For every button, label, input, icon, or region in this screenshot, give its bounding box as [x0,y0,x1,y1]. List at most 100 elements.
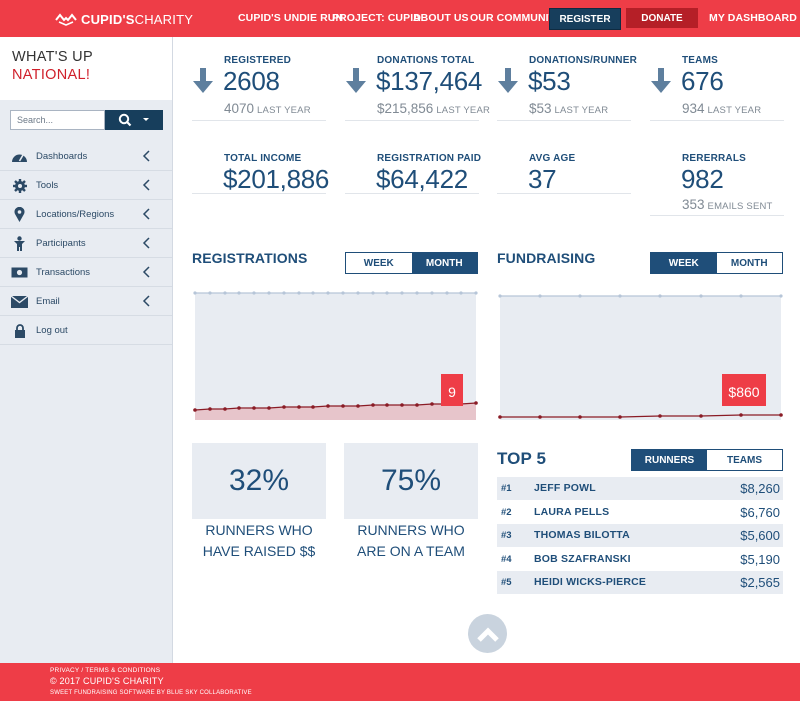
list-item[interactable]: #4 BOB SZAFRANSKI $5,190 [497,548,783,571]
percent-card-team: 75% [344,443,478,519]
list-item[interactable]: #5 HEIDI WICKS-PIERCE $2,565 [497,571,783,594]
list-item[interactable]: #1 JEFF POWL $8,260 [497,477,783,500]
stat-sub-emails-sent: 353 EMAILS SENT [682,197,773,212]
percent-label-team: RUNNERS WHO ARE ON A TEAM [357,522,465,559]
divider [345,193,479,194]
caret-down-icon [143,118,149,121]
stat-value-referrals: 982 [681,164,724,194]
sidebar-item-participants[interactable]: Participants [0,229,172,258]
registrations-chart: 9 [193,291,478,420]
stat-value-registered: 2608 [223,66,280,96]
envelope-icon [11,294,28,309]
divider [650,120,784,121]
fundraising-month-button[interactable]: MONTH [716,253,782,273]
sidebar-item-label: Dashboards [36,151,88,162]
stat-label-registration-paid: REGISTRATION PAID [377,153,482,164]
money-icon [11,265,28,280]
nav-link-project-cupid[interactable]: PROJECT: CUPID [332,12,421,24]
lock-icon [11,323,28,338]
search-icon [118,113,132,127]
fundraising-chart: $860 [498,294,783,420]
welcome-org-name: NATIONAL! [12,67,91,83]
stat-label-referrals: RERERRALS [682,153,747,164]
arrow-down-icon [193,68,213,93]
percent-value: 75% [380,464,442,497]
top5-runners-button[interactable]: RUNNERS [632,450,707,470]
arrow-down-icon [498,68,518,93]
search-button[interactable] [105,110,163,130]
registrations-title: REGISTRATIONS [192,250,308,266]
top5-teams-button[interactable]: TEAMS [707,450,782,470]
footer-credit[interactable]: SWEET FUNDRAISING SOFTWARE BY BLUE SKY C… [50,690,252,696]
sidebar-item-label: Log out [36,325,68,336]
welcome-panel: WHAT'S UP NATIONAL! [0,37,172,100]
stat-value-registration-paid: $64,422 [376,164,468,194]
sidebar-item-email[interactable]: Email [0,287,172,316]
donate-button[interactable]: DONATE [626,8,698,28]
brand-logo[interactable]: CUPID'SCHARITY [55,9,193,29]
welcome-greeting: WHAT'S UP [12,49,93,65]
sidebar-item-transactions[interactable]: Transactions [0,258,172,287]
nav-link-about-us[interactable]: ABOUT US [413,12,469,24]
stat-label-registered: REGISTERED [224,55,292,66]
registrations-month-button[interactable]: MONTH [411,253,477,273]
divider [192,120,326,121]
sidebar-item-tools[interactable]: Tools [0,171,172,200]
divider [497,193,631,194]
chevron-left-icon [142,150,150,162]
arrow-down-icon [346,68,366,93]
sidebar-item-label: Participants [36,238,86,249]
footer: PRIVACY / TERMS & CONDITIONS © 2017 CUPI… [0,663,800,701]
sidebar-item-label: Locations/Regions [36,209,115,220]
chevron-left-icon [142,208,150,220]
sidebar-item-label: Transactions [36,267,91,278]
search-input[interactable] [10,110,105,130]
divider [650,215,784,216]
sidebar-item-logout[interactable]: Log out [0,316,172,345]
dashboard-icon [11,149,28,164]
percent-card-raised: 32% [192,443,326,519]
list-item[interactable]: #2 LAURA PELLS $6,760 [497,501,783,524]
top5-toggle: RUNNERS TEAMS [631,449,783,471]
chevron-left-icon [142,237,150,249]
stat-sub-donations-total: $215,856 LAST YEAR [377,101,491,116]
scroll-to-top-button[interactable] [468,614,507,653]
footer-links[interactable]: PRIVACY / TERMS & CONDITIONS [50,667,160,674]
top-navbar: CUPID'SCHARITY CUPID'S UNDIE RUN PROJECT… [0,0,800,37]
list-item[interactable]: #3 THOMAS BILOTTA $5,600 [497,524,783,547]
stat-label-teams: TEAMS [682,55,718,66]
divider [497,120,631,121]
stat-sub-teams: 934 LAST YEAR [682,101,762,116]
divider [192,193,326,194]
stat-value-donations-runner: $53 [528,66,571,96]
chevron-left-icon [142,179,150,191]
stat-sub-donations-runner: $53 LAST YEAR [529,101,609,116]
sidebar-item-label: Tools [36,180,59,191]
registrations-tooltip: 9 [448,384,456,400]
chevron-up-icon [476,626,499,642]
stat-label-donations-total: DONATIONS TOTAL [377,55,475,66]
nav-link-my-dashboard[interactable]: MY DASHBOARD [709,12,797,24]
sidebar: WHAT'S UP NATIONAL! Dashboards Tools Loc… [0,37,173,663]
chevron-left-icon [142,266,150,278]
sidebar-item-locations[interactable]: Locations/Regions [0,200,172,229]
register-button[interactable]: REGISTER [549,8,621,30]
percent-label-raised: RUNNERS WHO HAVE RAISED $$ [202,522,316,559]
stat-label-donations-runner: DONATIONS/RUNNER [529,55,638,66]
footer-copyright: © 2017 CUPID'S CHARITY [50,676,164,686]
stat-value-total-income: $201,886 [223,164,330,194]
nav-link-undie-run[interactable]: CUPID'S UNDIE RUN [238,12,343,24]
gear-icon [11,178,28,193]
arrow-down-icon [651,68,671,93]
stat-value-teams: 676 [681,66,724,96]
registrations-week-button[interactable]: WEEK [346,253,412,273]
sidebar-item-dashboards[interactable]: Dashboards [0,142,172,171]
registrations-toggle: WEEK MONTH [345,252,478,274]
person-icon [11,236,28,251]
map-pin-icon [11,207,28,222]
divider [345,120,479,121]
fundraising-week-button[interactable]: WEEK [651,253,717,273]
fundraising-tooltip: $860 [728,384,759,400]
sidebar-item-label: Email [36,296,60,307]
chevron-left-icon [142,295,150,307]
